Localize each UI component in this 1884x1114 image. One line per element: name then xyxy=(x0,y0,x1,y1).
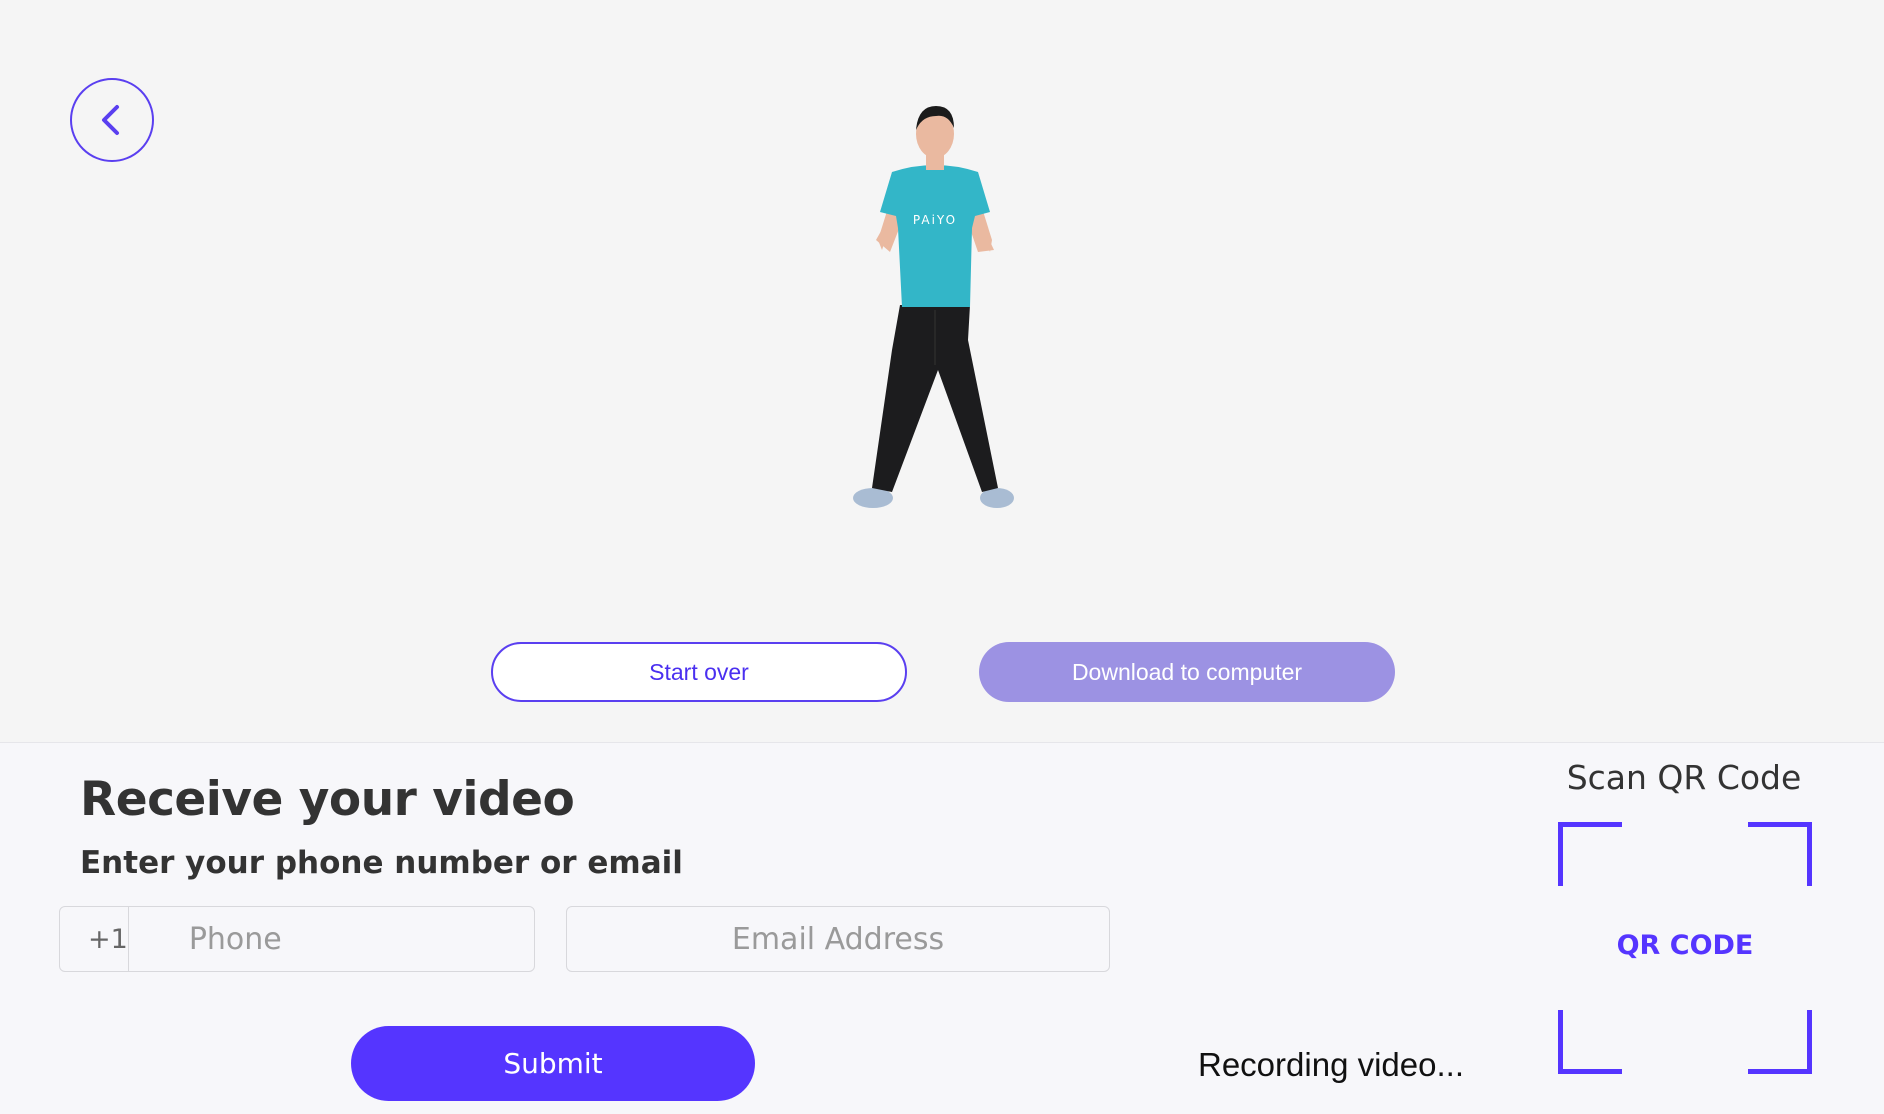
download-to-computer-button[interactable]: Download to computer xyxy=(979,642,1395,702)
submit-button[interactable]: Submit xyxy=(351,1026,755,1101)
chevron-left-icon xyxy=(102,105,119,135)
qr-code-frame: QR CODE xyxy=(1558,822,1812,1074)
avatar-figure: PAiYO xyxy=(853,106,1014,508)
receive-video-subtitle: Enter your phone number or email xyxy=(80,845,683,881)
back-button[interactable] xyxy=(70,78,154,162)
phone-field-group: +1 xyxy=(59,906,564,972)
country-code-selector[interactable]: +1 xyxy=(60,907,129,971)
email-input[interactable] xyxy=(566,906,1110,972)
receive-video-title: Receive your video xyxy=(80,772,575,827)
qr-corner-bottom-left xyxy=(1558,1010,1622,1074)
qr-corner-top-right xyxy=(1748,822,1812,886)
qr-code-heading: Scan QR Code xyxy=(1566,758,1802,797)
phone-input[interactable] xyxy=(128,907,564,971)
recording-status: Recording video... xyxy=(1198,1046,1464,1083)
qr-corner-bottom-right xyxy=(1748,1010,1812,1074)
start-over-button[interactable]: Start over xyxy=(491,642,907,702)
qr-corner-top-left xyxy=(1558,822,1622,886)
shirt-logo: PAiYO xyxy=(913,213,957,227)
qr-code-placeholder: QR CODE xyxy=(1616,930,1754,961)
